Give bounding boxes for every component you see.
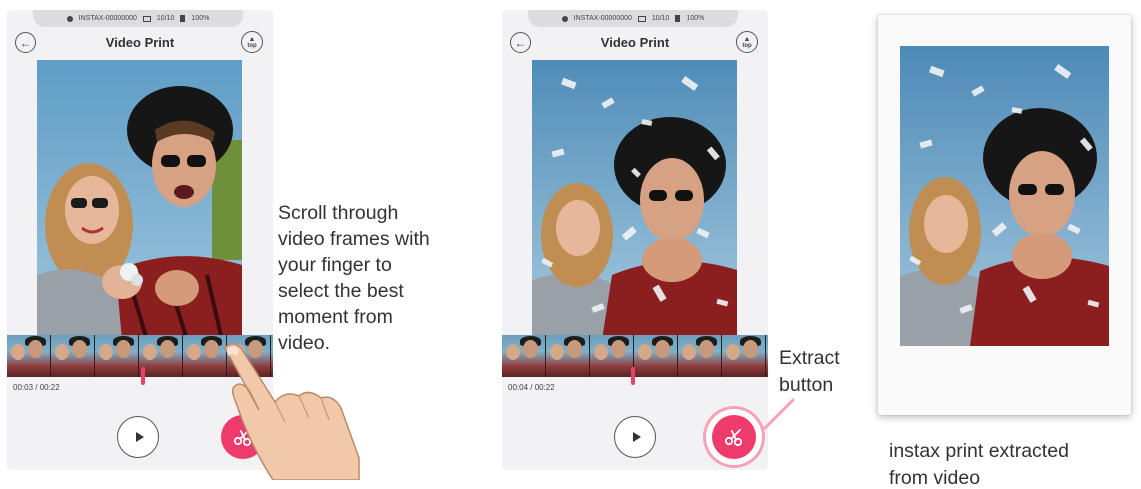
playhead-marker[interactable]: [140, 367, 145, 385]
top-button[interactable]: ▲ top: [241, 31, 263, 53]
battery-icon: [675, 15, 681, 22]
bluetooth-icon: [561, 15, 568, 22]
scissors-icon: [724, 429, 743, 447]
film-icon: [142, 15, 151, 22]
filmstrip-frame: [51, 335, 95, 377]
device-name: INSTAX-00000000: [78, 15, 137, 22]
video-frame-image: [37, 60, 242, 340]
filmstrip-frame: [139, 335, 183, 377]
status-bar: INSTAX-00000000 10/10 100%: [528, 10, 738, 27]
video-preview[interactable]: [532, 60, 737, 340]
filmstrip-frame: [634, 335, 678, 377]
device-name: INSTAX-00000000: [573, 15, 632, 22]
page-title: Video Print: [600, 35, 670, 50]
top-button-label: top: [742, 42, 752, 49]
film-icon: [637, 15, 646, 22]
top-button-label: top: [247, 42, 257, 49]
filmstrip-frame: [502, 335, 546, 377]
play-icon: [632, 432, 641, 442]
play-button[interactable]: [614, 416, 656, 458]
video-preview[interactable]: [37, 60, 242, 340]
top-button[interactable]: ▲ top: [736, 31, 758, 53]
instax-print-caption: instax print extracted from video: [889, 440, 1069, 489]
extract-button[interactable]: [712, 415, 756, 459]
phone-screen-extract: INSTAX-00000000 10/10 100% ← Video Print…: [502, 10, 768, 470]
time-indicator: 00:03 / 00:22: [13, 383, 60, 392]
extract-button-caption: Extract button: [779, 347, 840, 396]
page-title: Video Print: [105, 35, 175, 50]
film-count: 10/10: [651, 15, 670, 22]
video-frame-image: [532, 60, 737, 340]
instax-print-photo: [900, 46, 1109, 346]
filmstrip-frame: [95, 335, 139, 377]
filmstrip-frame: [678, 335, 722, 377]
top-arrow-icon: ▲: [248, 35, 256, 43]
play-button[interactable]: [117, 416, 159, 458]
top-arrow-icon: ▲: [743, 35, 751, 43]
battery-icon: [180, 15, 186, 22]
filmstrip-frame: [722, 335, 766, 377]
instax-print: [878, 15, 1131, 415]
battery-level: 100%: [686, 15, 705, 22]
bluetooth-icon: [66, 15, 73, 22]
filmstrip-frame: [7, 335, 51, 377]
playhead-marker[interactable]: [631, 367, 636, 385]
time-indicator: 00:04 / 00:22: [508, 383, 555, 392]
battery-level: 100%: [191, 15, 210, 22]
filmstrip-frame: [590, 335, 634, 377]
film-count: 10/10: [156, 15, 175, 22]
status-bar: INSTAX-00000000 10/10 100%: [33, 10, 243, 27]
nav-bar: ← Video Print ▲ top: [502, 30, 768, 58]
play-icon: [135, 432, 144, 442]
finger-hand-icon: [224, 343, 360, 480]
scroll-instruction-caption: Scroll through video frames with your fi…: [278, 202, 430, 354]
filmstrip-frame: [766, 335, 768, 377]
extracted-frame-image: [900, 46, 1109, 346]
nav-bar: ← Video Print ▲ top: [7, 30, 273, 58]
filmstrip-frame: [546, 335, 590, 377]
